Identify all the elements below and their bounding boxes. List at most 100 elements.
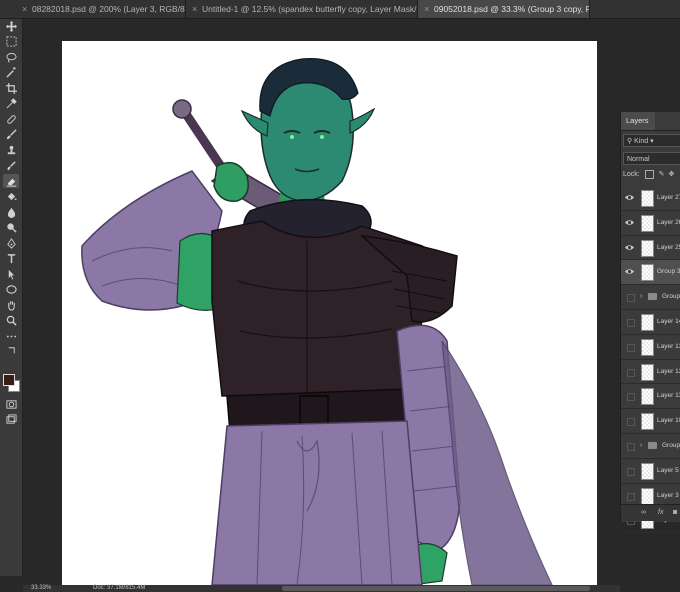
lock-transparency-icon[interactable] — [644, 169, 654, 179]
tab-label: 08282018.psd @ 200% (Layer 3, RGB/8) * — [32, 4, 186, 14]
tab-08282018[interactable]: × 08282018.psd @ 200% (Layer 3, RGB/8) * — [16, 0, 186, 18]
lock-pixels-icon[interactable]: ✎ — [659, 171, 665, 178]
visibility-toggle[interactable] — [627, 418, 635, 427]
layer-thumbnail — [641, 388, 654, 406]
visibility-toggle[interactable] — [627, 368, 635, 377]
screen-mode-icon[interactable] — [3, 412, 19, 426]
blur-icon[interactable] — [3, 205, 19, 219]
clone-stamp-icon[interactable] — [3, 143, 19, 157]
close-tab-icon[interactable]: × — [192, 0, 202, 18]
swap-colors-icon[interactable] — [3, 343, 19, 357]
close-tab-icon[interactable]: × — [424, 0, 434, 18]
zoom-icon[interactable] — [3, 313, 19, 327]
visibility-toggle[interactable] — [627, 492, 635, 501]
tab-label: Untitled-1 @ 12.5% (spandex butterfly co… — [202, 4, 418, 14]
layer-thumbnail — [641, 338, 654, 356]
crop-icon[interactable] — [3, 81, 19, 95]
eye-icon[interactable] — [625, 243, 634, 252]
lock-row: Lock: ✎ ✥ — [623, 169, 680, 181]
layer-row[interactable]: Layer 25 — [621, 236, 680, 261]
type-icon[interactable] — [3, 251, 19, 265]
tab-untitled-1[interactable]: × Untitled-1 @ 12.5% (spandex butterfly c… — [186, 0, 418, 18]
quick-mask-icon[interactable] — [3, 397, 19, 411]
eyedropper-icon[interactable] — [3, 96, 19, 110]
visibility-toggle[interactable] — [627, 393, 635, 402]
visibility-toggle[interactable] — [627, 343, 635, 352]
eraser-icon[interactable] — [3, 174, 19, 188]
layer-thumbnail — [641, 313, 654, 331]
tab-09052018[interactable]: ×09052018.psd @ 33.3% (Group 3 copy, RGB… — [418, 0, 590, 18]
layer-row[interactable]: › Group — [621, 434, 680, 459]
layer-name: Layer 26 — [657, 218, 680, 226]
kind-filter-label: Kind — [634, 138, 649, 145]
search-icon: ⚲ — [627, 138, 633, 145]
more-tools-icon[interactable] — [3, 329, 19, 343]
layer-row[interactable]: Layer 27 — [621, 186, 680, 211]
layer-thumbnail — [641, 487, 654, 505]
layer-thumbnail — [641, 190, 654, 207]
visibility-toggle[interactable] — [627, 467, 635, 476]
panel-dock-gap — [620, 19, 680, 112]
add-mask-icon[interactable]: ◙ — [673, 505, 677, 521]
layer-row[interactable]: Layer 11 — [621, 384, 680, 410]
foreground-color-swatch[interactable] — [3, 374, 15, 386]
path-selection-icon[interactable] — [3, 267, 19, 281]
history-brush-icon[interactable] — [3, 158, 19, 172]
chevron-right-icon[interactable]: › — [640, 285, 642, 308]
layer-thumbnail — [641, 264, 654, 282]
link-layers-icon[interactable]: ∞ — [641, 505, 646, 521]
visibility-toggle[interactable] — [627, 294, 635, 303]
paint-bucket-icon[interactable] — [3, 189, 19, 203]
layer-name: Layer 5 — [657, 466, 679, 474]
document-canvas[interactable] — [62, 41, 597, 585]
layer-row[interactable]: Layer 10 — [621, 409, 680, 434]
layer-row[interactable]: Layer 5 — [621, 459, 680, 484]
layer-name: Layer 13 — [657, 342, 680, 350]
horizontal-scrollbar[interactable] — [282, 586, 590, 591]
layers-panel: Layers ⚲ Kind ▾ Normal Lock: ✎ ✥ Layer 2… — [620, 112, 680, 534]
lasso-icon[interactable] — [3, 50, 19, 64]
folder-icon — [648, 441, 657, 449]
fx-icon[interactable]: fx — [658, 505, 663, 521]
ellipse-icon[interactable] — [3, 282, 19, 296]
layer-row[interactable]: Layer 14 — [621, 310, 680, 335]
layer-row[interactable]: Group 3 — [621, 260, 680, 286]
layer-row[interactable]: Layer 13 — [621, 335, 680, 360]
layer-thumbnail — [641, 462, 654, 480]
healing-brush-icon[interactable] — [3, 112, 19, 126]
visibility-toggle[interactable] — [627, 318, 635, 327]
layer-row[interactable]: Layer 12 — [621, 360, 680, 385]
move-icon[interactable] — [3, 19, 19, 33]
character-illustration — [81, 58, 553, 585]
pen-icon[interactable] — [3, 236, 19, 250]
layer-name: Layer 27 — [657, 194, 680, 201]
lock-position-icon[interactable]: ✥ — [668, 171, 674, 178]
layers-list: Layer 27 Layer 26 Layer 25 Group 3 › Group Lay… — [621, 186, 680, 534]
blend-mode-select[interactable]: Normal — [623, 152, 680, 165]
layer-row[interactable]: Layer 26 — [621, 211, 680, 236]
layers-panel-footer: ∞ fx ◙ — [621, 504, 680, 521]
hand-icon[interactable] — [3, 298, 19, 312]
kind-filter-select[interactable]: ⚲ Kind ▾ — [623, 134, 680, 147]
eye-icon[interactable] — [625, 267, 634, 276]
eye-icon[interactable] — [625, 193, 634, 202]
panel-divider — [621, 130, 680, 131]
layers-panel-tab[interactable]: Layers — [621, 112, 655, 130]
chevron-right-icon[interactable]: › — [640, 434, 642, 457]
close-tab-icon[interactable]: × — [22, 0, 32, 18]
zoom-level[interactable]: 33.33% — [31, 585, 51, 592]
eye-icon[interactable] — [625, 218, 634, 227]
layer-name: Layer 11 — [657, 392, 680, 400]
brush-icon[interactable] — [3, 127, 19, 141]
layer-thumbnail — [641, 214, 654, 232]
layer-name: Layer 14 — [657, 317, 680, 325]
document-tab-bar: × 08282018.psd @ 200% (Layer 3, RGB/8) * … — [0, 0, 680, 19]
marquee-icon[interactable] — [3, 34, 19, 48]
layer-name: Group — [662, 441, 680, 449]
layer-row[interactable]: › Group — [621, 285, 680, 310]
visibility-toggle[interactable] — [627, 442, 635, 451]
layer-name: Layer 12 — [657, 367, 680, 375]
dodge-icon[interactable] — [3, 220, 19, 234]
layer-name: Group — [662, 293, 680, 301]
magic-wand-icon[interactable] — [3, 65, 19, 79]
